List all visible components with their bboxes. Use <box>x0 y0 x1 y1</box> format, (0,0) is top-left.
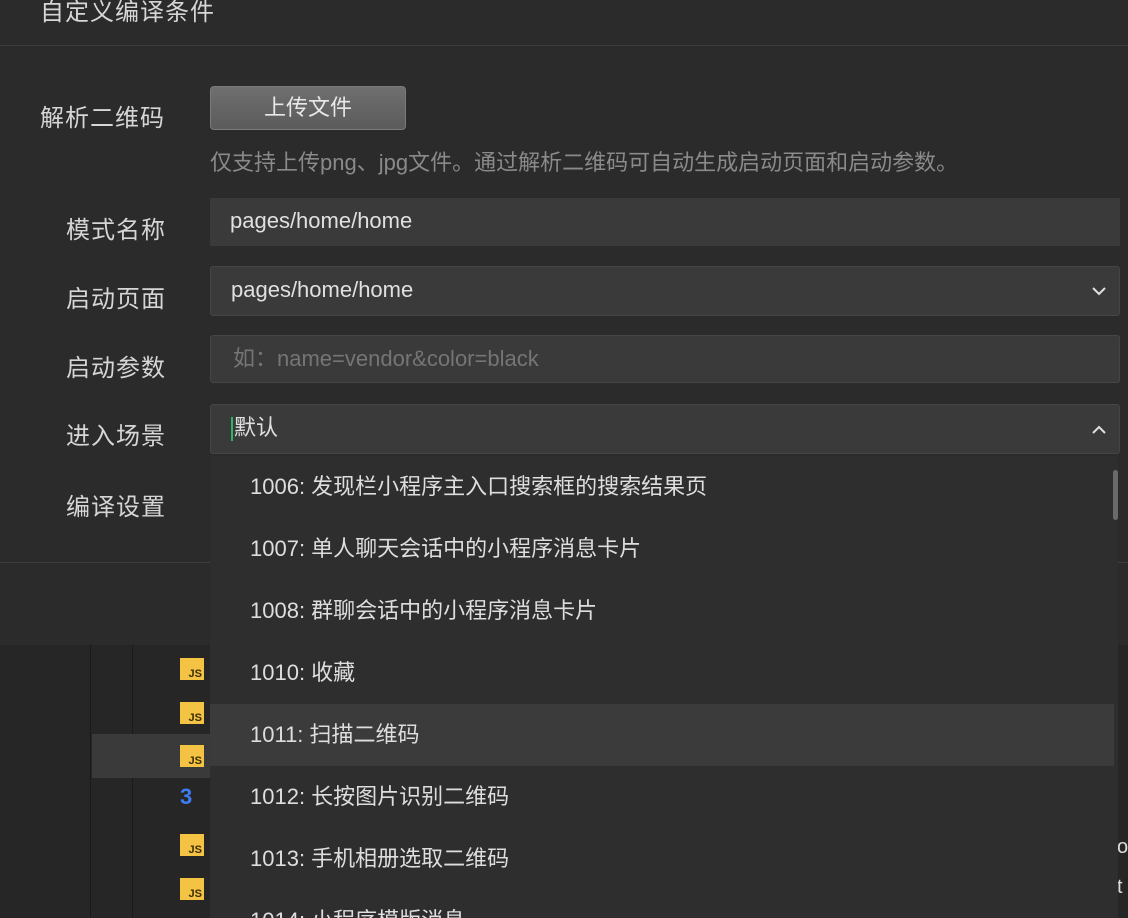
tree-indent-guide <box>90 645 91 918</box>
js-file-icon[interactable]: JS <box>180 878 204 900</box>
scene-option[interactable]: 1006: 发现栏小程序主入口搜索框的搜索结果页 <box>210 456 1114 518</box>
chevron-up-icon <box>1089 405 1109 451</box>
start-page-value: pages/home/home <box>231 277 414 302</box>
qr-label: 解析二维码 <box>40 105 165 132</box>
text-cursor <box>231 417 233 442</box>
chevron-down-icon <box>1089 267 1109 313</box>
scene-value: 默认 <box>234 415 279 440</box>
js-file-icon[interactable]: JS <box>180 834 204 856</box>
start-params-input[interactable] <box>231 345 1095 373</box>
scene-option[interactable]: 1013: 手机相册选取二维码 <box>210 828 1114 890</box>
tree-indent-guide <box>132 645 133 918</box>
dialog-title: 自定义编译条件 <box>40 0 215 26</box>
css-file-icon[interactable]: 3 <box>180 786 204 808</box>
mode-name-field[interactable]: pages/home/home <box>210 198 1120 246</box>
start-page-select[interactable]: pages/home/home <box>210 266 1120 316</box>
upload-file-button[interactable]: 上传文件 <box>210 86 406 130</box>
scene-option-hovered[interactable]: 1011: 扫描二维码 <box>210 704 1114 766</box>
js-file-icon[interactable]: JS <box>180 658 204 680</box>
scene-option[interactable]: 1007: 单人聊天会话中的小程序消息卡片 <box>210 518 1114 580</box>
scene-option[interactable]: 1012: 长按图片识别二维码 <box>210 766 1114 828</box>
start-params-field[interactable] <box>210 335 1120 383</box>
js-file-icon[interactable]: JS <box>180 745 204 767</box>
start-page-label: 启动页面 <box>66 286 166 313</box>
compile-settings-label: 编译设置 <box>66 494 166 521</box>
scene-option[interactable]: 1010: 收藏 <box>210 642 1114 704</box>
js-file-icon[interactable]: JS <box>180 702 204 724</box>
mode-name-label: 模式名称 <box>66 217 166 244</box>
start-params-label: 启动参数 <box>66 355 166 382</box>
clipped-text: o <box>1117 836 1128 858</box>
dropdown-scrollbar[interactable] <box>1113 470 1118 520</box>
scene-label: 进入场景 <box>66 423 166 450</box>
scene-option[interactable]: 1014: 小程序模版消息 <box>210 890 1114 918</box>
qr-hint: 仅支持上传png、jpg文件。通过解析二维码可自动生成启动页面和启动参数。 <box>210 150 959 175</box>
mode-name-value: pages/home/home <box>230 208 413 233</box>
scene-select[interactable]: 默认 <box>210 404 1120 454</box>
scene-dropdown-list[interactable]: 1006: 发现栏小程序主入口搜索框的搜索结果页 1007: 单人聊天会话中的小… <box>210 456 1118 918</box>
dialog-header: 自定义编译条件 <box>0 0 1128 46</box>
scene-option[interactable]: 1008: 群聊会话中的小程序消息卡片 <box>210 580 1114 642</box>
